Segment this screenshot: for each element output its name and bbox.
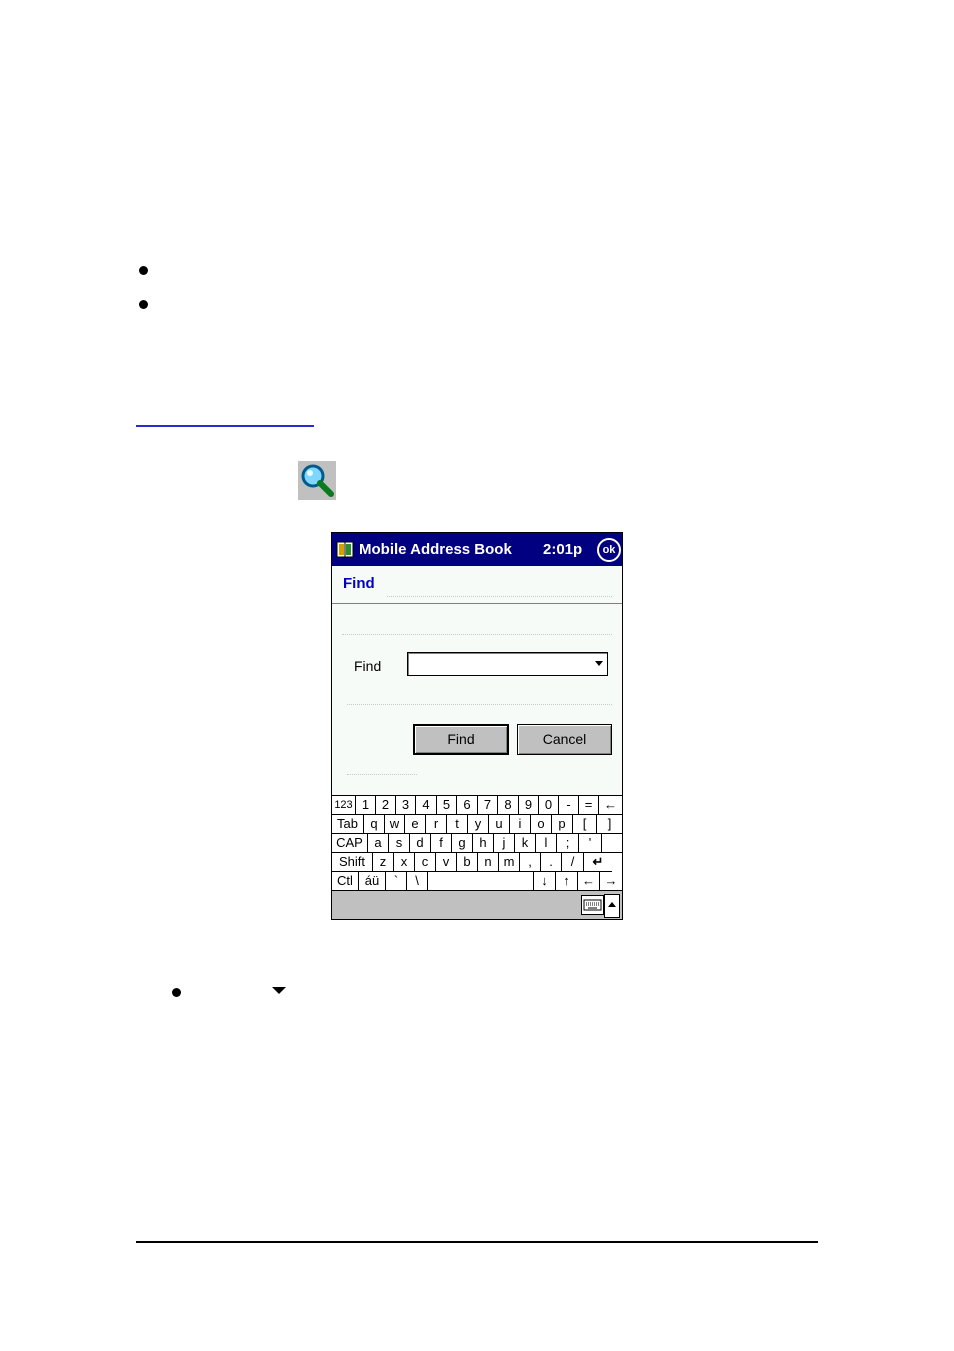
key-t[interactable]: t bbox=[447, 815, 468, 834]
chevron-down-icon[interactable] bbox=[595, 661, 603, 666]
key-s[interactable]: s bbox=[389, 834, 410, 853]
key-minus[interactable]: - bbox=[559, 796, 579, 815]
key-v[interactable]: v bbox=[436, 853, 457, 872]
key-z[interactable]: z bbox=[373, 853, 394, 872]
key-accents[interactable]: áü bbox=[359, 872, 386, 891]
key-n[interactable]: n bbox=[478, 853, 499, 872]
key-0[interactable]: 0 bbox=[539, 796, 559, 815]
input-selector-arrow-icon[interactable] bbox=[604, 894, 620, 918]
key-c[interactable]: c bbox=[415, 853, 436, 872]
divider bbox=[347, 704, 612, 705]
key-down[interactable]: ↓ bbox=[534, 872, 556, 891]
key-left-bracket[interactable]: [ bbox=[573, 815, 597, 834]
key-up[interactable]: ↑ bbox=[556, 872, 578, 891]
key-u[interactable]: u bbox=[489, 815, 510, 834]
key-blank bbox=[602, 834, 622, 853]
key-e[interactable]: e bbox=[405, 815, 426, 834]
key-ctl[interactable]: Ctl bbox=[332, 872, 359, 891]
find-button[interactable]: Find bbox=[413, 724, 509, 755]
key-backslash[interactable]: \ bbox=[407, 872, 428, 891]
title-bar: Mobile Address Book 2:01p ok bbox=[332, 533, 622, 566]
key-k[interactable]: k bbox=[515, 834, 536, 853]
soft-keyboard: 123 1 2 3 4 5 6 7 8 9 0 - = ← Tab q w e … bbox=[332, 795, 622, 892]
keyboard-row-1: 123 1 2 3 4 5 6 7 8 9 0 - = ← bbox=[332, 796, 622, 815]
bullet-3 bbox=[172, 988, 181, 997]
keyboard-row-4: Shift z x c v b n m , . / ↵ bbox=[332, 853, 622, 872]
address-book-icon bbox=[336, 541, 354, 558]
divider bbox=[387, 596, 612, 597]
key-space[interactable] bbox=[428, 872, 534, 891]
key-b[interactable]: b bbox=[457, 853, 478, 872]
key-tab[interactable]: Tab bbox=[332, 815, 364, 834]
key-o[interactable]: o bbox=[531, 815, 552, 834]
app-title: Mobile Address Book bbox=[359, 541, 512, 558]
key-2[interactable]: 2 bbox=[376, 796, 396, 815]
dropdown-arrow-icon bbox=[272, 987, 286, 994]
cancel-button[interactable]: Cancel bbox=[517, 724, 612, 755]
find-label: Find bbox=[354, 658, 382, 674]
ok-button[interactable]: ok bbox=[597, 538, 621, 562]
key-3[interactable]: 3 bbox=[396, 796, 416, 815]
key-left[interactable]: ← bbox=[578, 872, 600, 891]
menu-bar bbox=[332, 890, 622, 919]
key-quote[interactable]: ' bbox=[579, 834, 602, 853]
key-4[interactable]: 4 bbox=[416, 796, 437, 815]
key-m[interactable]: m bbox=[499, 853, 520, 872]
key-l[interactable]: l bbox=[536, 834, 557, 853]
key-semicolon[interactable]: ; bbox=[557, 834, 579, 853]
find-dropdown[interactable] bbox=[407, 652, 608, 676]
search-icon bbox=[298, 461, 336, 500]
key-equals[interactable]: = bbox=[579, 796, 599, 815]
key-i[interactable]: i bbox=[510, 815, 531, 834]
key-shift[interactable]: Shift bbox=[332, 853, 373, 872]
footer-rule bbox=[136, 1241, 818, 1243]
key-enter[interactable]: ↵ bbox=[584, 853, 612, 872]
key-q[interactable]: q bbox=[364, 815, 385, 834]
clock[interactable]: 2:01p bbox=[543, 541, 582, 558]
key-y[interactable]: y bbox=[468, 815, 489, 834]
key-f[interactable]: f bbox=[431, 834, 452, 853]
keyboard-row-3: CAP a s d f g h j k l ; ' bbox=[332, 834, 622, 853]
divider bbox=[347, 774, 417, 775]
key-1[interactable]: 1 bbox=[356, 796, 376, 815]
key-comma[interactable]: , bbox=[520, 853, 541, 872]
bullet-2 bbox=[139, 300, 148, 309]
key-r[interactable]: r bbox=[426, 815, 447, 834]
key-6[interactable]: 6 bbox=[457, 796, 478, 815]
find-panel: Find Find Find Cancel bbox=[332, 566, 622, 795]
key-a[interactable]: a bbox=[368, 834, 389, 853]
key-x[interactable]: x bbox=[394, 853, 415, 872]
keyboard-row-5: Ctl áü ` \ ↓ ↑ ← → bbox=[332, 872, 622, 891]
key-right[interactable]: → bbox=[600, 872, 622, 891]
link-underline[interactable] bbox=[136, 425, 314, 427]
key-p[interactable]: p bbox=[552, 815, 573, 834]
key-backtick[interactable]: ` bbox=[386, 872, 407, 891]
key-7[interactable]: 7 bbox=[478, 796, 498, 815]
key-8[interactable]: 8 bbox=[498, 796, 519, 815]
key-j[interactable]: j bbox=[494, 834, 515, 853]
key-9[interactable]: 9 bbox=[519, 796, 539, 815]
pocket-pc-screen: Mobile Address Book 2:01p ok Find Find F… bbox=[331, 532, 623, 920]
keyboard-row-2: Tab q w e r t y u i o p [ ] bbox=[332, 815, 622, 834]
key-5[interactable]: 5 bbox=[437, 796, 457, 815]
key-h[interactable]: h bbox=[473, 834, 494, 853]
page-title: Find bbox=[343, 575, 375, 592]
key-g[interactable]: g bbox=[452, 834, 473, 853]
key-right-bracket[interactable]: ] bbox=[597, 815, 622, 834]
key-w[interactable]: w bbox=[385, 815, 405, 834]
key-backspace[interactable]: ← bbox=[599, 796, 622, 815]
key-slash[interactable]: / bbox=[562, 853, 584, 872]
divider bbox=[342, 634, 612, 635]
bullet-1 bbox=[139, 266, 148, 275]
key-123[interactable]: 123 bbox=[332, 796, 356, 815]
divider bbox=[332, 603, 622, 604]
keyboard-icon[interactable] bbox=[581, 895, 604, 915]
key-caps[interactable]: CAP bbox=[332, 834, 368, 853]
key-period[interactable]: . bbox=[541, 853, 562, 872]
key-d[interactable]: d bbox=[410, 834, 431, 853]
